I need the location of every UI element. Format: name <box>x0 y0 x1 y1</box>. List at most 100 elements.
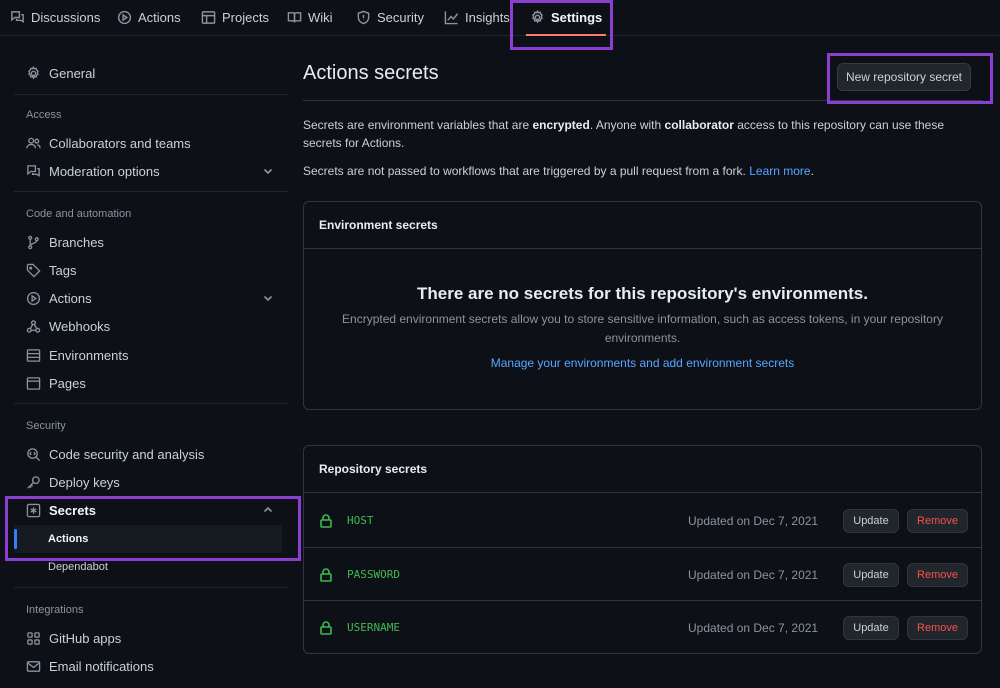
chevron-down-icon <box>263 168 273 175</box>
shield-icon <box>357 10 370 24</box>
tab-label: Settings <box>551 9 603 25</box>
gear-icon <box>28 65 39 79</box>
sidebar-item-label: Actions <box>49 290 92 306</box>
remove-button[interactable]: Remove <box>907 508 968 533</box>
sidebar-divider <box>14 191 288 192</box>
lock-icon <box>320 567 332 582</box>
sidebar-divider <box>14 94 288 95</box>
sidebar-item-label: Webhooks <box>49 318 111 334</box>
sidebar-divider <box>14 403 288 404</box>
chevron-up-icon <box>263 506 273 513</box>
tab-settings[interactable]: Settings <box>525 0 607 36</box>
tab-label: Security <box>377 9 424 25</box>
update-button[interactable]: Update <box>843 615 899 640</box>
tab-actions[interactable]: Actions <box>117 0 181 34</box>
secret-row: PASSWORD Updated on Dec 7, 2021 Update R… <box>304 548 981 601</box>
learn-more-link[interactable]: Learn more <box>749 164 810 178</box>
update-button[interactable]: Update <box>843 508 899 533</box>
tab-security[interactable]: Security <box>356 0 424 34</box>
browser-icon <box>26 376 41 390</box>
mail-icon <box>26 660 41 672</box>
sidebar-section-access: Access <box>26 109 62 121</box>
fork-note-period: . <box>810 164 814 178</box>
tab-insights[interactable]: Insights <box>444 0 510 34</box>
comment-discussion-icon <box>11 10 24 23</box>
sidebar-item-general[interactable]: General <box>14 59 288 87</box>
key-asterisk-icon <box>26 503 41 517</box>
apps-icon <box>27 631 40 645</box>
sidebar-item-label: Environments <box>49 347 129 363</box>
tab-label: Actions <box>138 9 181 25</box>
lock-icon <box>320 513 332 528</box>
sidebar-item-label: Deploy keys <box>49 474 120 490</box>
environment-secrets-heading: Environment secrets <box>304 202 981 249</box>
environment-secrets-box: Environment secrets There are no secrets… <box>303 201 982 410</box>
play-icon <box>117 10 132 24</box>
table-icon <box>201 10 216 24</box>
sidebar-item-label: Actions <box>48 533 89 545</box>
sidebar-item-label: Dependabot <box>48 561 108 573</box>
tag-icon <box>26 263 41 278</box>
repo-nav: Discussions Actions Projects Wiki Securi… <box>0 0 1000 36</box>
graph-icon <box>444 10 459 24</box>
git-branch-icon <box>28 235 39 249</box>
people-icon <box>26 137 41 148</box>
sidebar-item-branches[interactable]: Branches <box>14 228 288 256</box>
new-repository-secret-button[interactable]: New repository secret <box>837 63 971 91</box>
title-divider <box>303 100 983 101</box>
manage-environments-link[interactable]: Manage your environments and add environ… <box>491 356 795 370</box>
secret-name: USERNAME <box>347 621 400 634</box>
key-icon <box>27 475 40 489</box>
sidebar-item-tags[interactable]: Tags <box>14 256 288 284</box>
intro-text-bold: encrypted <box>532 118 590 132</box>
tab-label: Wiki <box>308 9 333 25</box>
tab-wiki[interactable]: Wiki <box>287 0 333 34</box>
sidebar-item-label: Tags <box>49 262 77 278</box>
sidebar-item-label: GitHub apps <box>49 630 122 646</box>
empty-state-description: Encrypted environment secrets allow you … <box>342 312 943 345</box>
intro-text: Secrets are environment variables that a… <box>303 116 983 152</box>
secret-name: PASSWORD <box>347 568 400 581</box>
fork-note-text: Secrets are not passed to workflows that… <box>303 164 750 178</box>
sidebar-item-environments[interactable]: Environments <box>14 341 288 369</box>
sidebar-item-label: Branches <box>49 234 104 250</box>
tab-label: Projects <box>222 9 269 25</box>
remove-button[interactable]: Remove <box>907 615 968 640</box>
remove-button[interactable]: Remove <box>907 562 968 587</box>
play-icon <box>26 291 41 305</box>
sidebar-item-pages[interactable]: Pages <box>14 369 288 397</box>
repository-secrets-box: Repository secrets HOST Updated on Dec 7… <box>303 445 982 654</box>
lock-icon <box>320 620 332 635</box>
sidebar-item-deploy-keys[interactable]: Deploy keys <box>14 468 288 496</box>
empty-state-title: There are no secrets for this repository… <box>417 284 868 303</box>
secret-row: USERNAME Updated on Dec 7, 2021 Update R… <box>304 601 981 654</box>
secret-updated: Updated on Dec 7, 2021 <box>688 567 819 582</box>
tab-discussions[interactable]: Discussions <box>10 0 100 34</box>
sidebar-item-collaborators[interactable]: Collaborators and teams <box>14 129 288 157</box>
page-title: Actions secrets <box>303 62 439 84</box>
sidebar-item-webhooks[interactable]: Webhooks <box>14 312 288 340</box>
intro-text-bold: collaborator <box>664 118 734 132</box>
sidebar-section-security: Security <box>26 420 66 432</box>
sidebar-item-label: Collaborators and teams <box>49 135 191 151</box>
codescan-icon <box>27 447 41 461</box>
intro-text-part: . Anyone with <box>589 118 665 132</box>
server-icon <box>26 348 41 362</box>
webhook-icon <box>26 319 41 333</box>
sidebar-item-github-apps[interactable]: GitHub apps <box>14 624 288 652</box>
sidebar-item-actions[interactable]: Actions <box>14 284 288 312</box>
sidebar-item-label: Secrets <box>49 502 96 518</box>
sidebar-item-label: Moderation options <box>49 163 160 179</box>
sidebar-item-code-security[interactable]: Code security and analysis <box>14 440 288 468</box>
sidebar-item-moderation[interactable]: Moderation options <box>14 157 288 185</box>
secret-row: HOST Updated on Dec 7, 2021 Update Remov… <box>304 494 981 547</box>
sidebar-subitem-secrets-actions[interactable]: Actions <box>14 525 282 553</box>
sidebar-section-integrations: Integrations <box>26 604 84 616</box>
sidebar-item-email-notifications[interactable]: Email notifications <box>14 652 288 680</box>
sidebar-subitem-secrets-dependabot[interactable]: Dependabot <box>14 553 282 581</box>
sidebar-item-secrets[interactable]: Secrets <box>14 496 288 524</box>
update-button[interactable]: Update <box>843 562 899 587</box>
repository-secrets-heading: Repository secrets <box>304 446 981 493</box>
sidebar-item-label: General <box>49 65 96 81</box>
tab-projects[interactable]: Projects <box>201 0 269 34</box>
